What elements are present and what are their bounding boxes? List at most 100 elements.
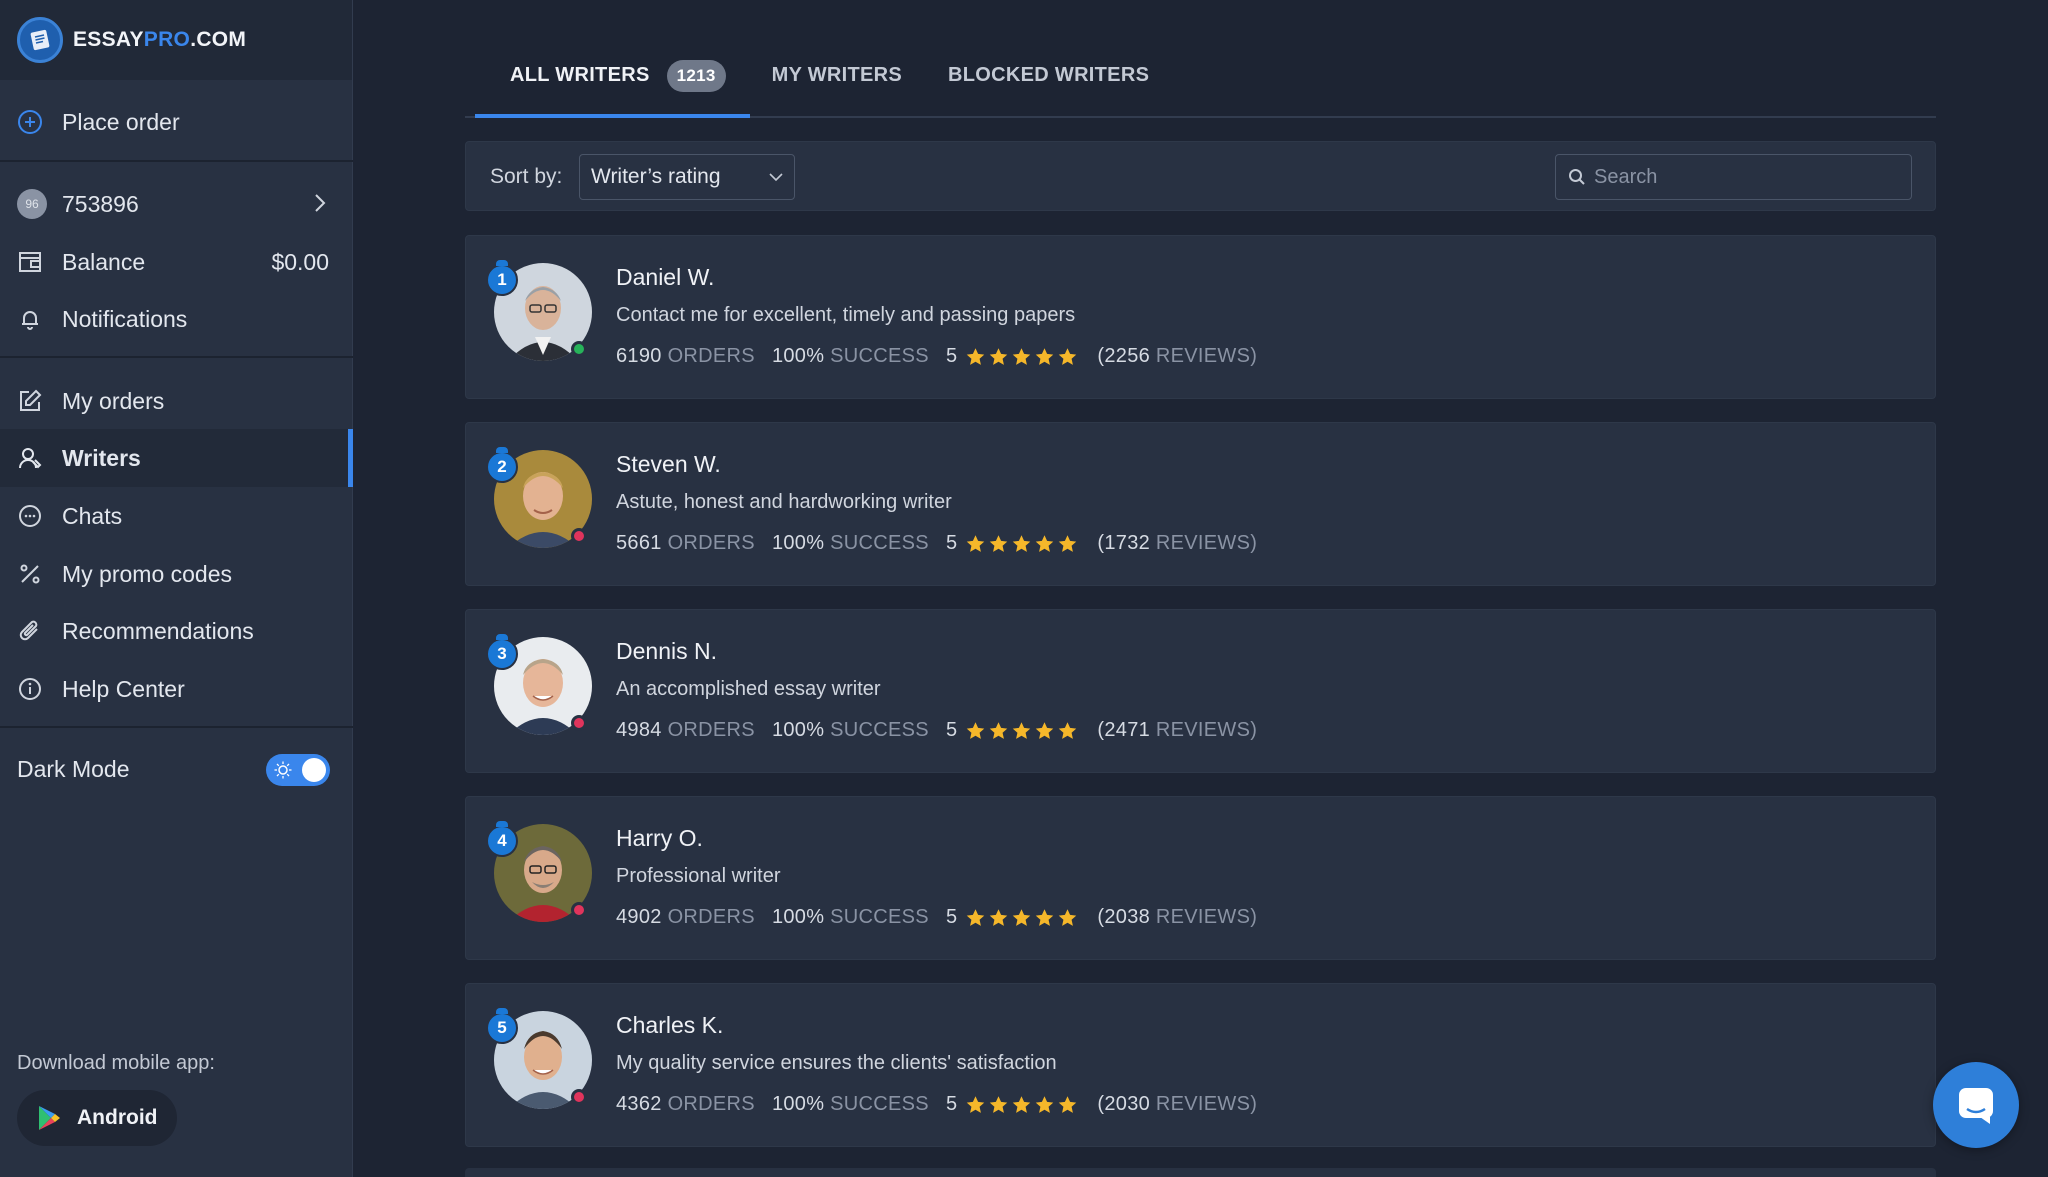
sidebar-item-label: My promo codes: [62, 560, 233, 587]
balance-row[interactable]: Balance $0.00: [0, 233, 353, 291]
rating-stars: [965, 1095, 1080, 1115]
tab-all-writers[interactable]: ALL WRITERS 1213: [475, 52, 750, 118]
success-rate: 100%: [771, 1093, 825, 1115]
rank-badge: 3: [486, 634, 518, 670]
writer-bio: Professional writer: [616, 865, 781, 887]
orders-label: ORDERS: [667, 345, 755, 367]
edit-icon: [17, 388, 43, 414]
android-app-button[interactable]: Android: [17, 1090, 177, 1146]
place-order-label: Place order: [62, 108, 180, 135]
star-icon: [1011, 347, 1032, 367]
star-icon: [1057, 1095, 1078, 1115]
logo-bar[interactable]: ESSAYPRO.COM: [0, 0, 352, 80]
search-box[interactable]: [1555, 154, 1912, 200]
divider: [0, 160, 353, 162]
star-icon: [965, 721, 986, 741]
avatar: 96: [17, 189, 47, 219]
rank-badge: 2: [486, 447, 518, 483]
search-input[interactable]: [1594, 165, 1904, 189]
sidebar-item-label: My orders: [62, 387, 165, 414]
sun-icon: [274, 761, 292, 779]
writer-name[interactable]: Daniel W.: [616, 264, 714, 291]
star-icon: [1034, 534, 1055, 554]
reviews-label: REVIEWS): [1155, 906, 1258, 928]
writer-name[interactable]: Charles K.: [616, 1012, 723, 1039]
sidebar-item-label: Chats: [62, 502, 123, 529]
rank-badge: 5: [486, 1008, 518, 1044]
writer-name[interactable]: Steven W.: [616, 451, 721, 478]
tab-my-writers[interactable]: MY WRITERS: [772, 52, 902, 118]
writer-card[interactable]: 3 Dennis N. An accomplished essay writer…: [465, 609, 1936, 773]
tab-blocked-writers[interactable]: BLOCKED WRITERS: [948, 52, 1149, 118]
rating-stars: [965, 534, 1080, 554]
star-icon: [1011, 908, 1032, 928]
sidebar: ESSAYPRO.COM Place order 96 753896 Balan…: [0, 0, 353, 1177]
offline-status-indicator: [571, 715, 587, 731]
rating-value: 5: [945, 719, 958, 741]
orders-count: 6190: [616, 345, 662, 367]
sidebar-item-help-center[interactable]: Help Center: [0, 660, 353, 718]
orders-count: 4902: [616, 906, 662, 928]
divider: [0, 726, 353, 728]
offline-status-indicator: [571, 1089, 587, 1105]
orders-label: ORDERS: [667, 906, 755, 928]
reviews-label: REVIEWS): [1155, 719, 1258, 741]
brand-name: ESSAYPRO.COM: [73, 28, 247, 51]
writer-card[interactable]: 4 Harry O. Professional writer 4902 ORDE…: [465, 796, 1936, 960]
sidebar-item-my-orders[interactable]: My orders: [0, 372, 353, 430]
sidebar-item-promo-codes[interactable]: My promo codes: [0, 545, 353, 603]
sidebar-item-writers[interactable]: Writers: [0, 429, 353, 487]
writer-card[interactable]: 2 Steven W. Astute, honest and hardworki…: [465, 422, 1936, 586]
notifications-label: Notifications: [62, 305, 188, 332]
writer-name[interactable]: Dennis N.: [616, 638, 717, 665]
star-icon: [1034, 347, 1055, 367]
sidebar-item-recommendations[interactable]: Recommendations: [0, 602, 353, 660]
paperclip-icon: [17, 618, 43, 644]
balance-value: $0.00: [271, 248, 329, 275]
writers-icon: [17, 445, 43, 471]
essaypro-logo-icon: [17, 17, 63, 63]
account-id: 753896: [62, 190, 139, 217]
sidebar-item-label: Recommendations: [62, 617, 254, 644]
reviews-count: (1732: [1097, 532, 1151, 554]
star-icon: [965, 347, 986, 367]
percent-icon: [17, 561, 43, 587]
plus-circle-icon: [17, 109, 43, 135]
balance-label: Balance: [62, 248, 146, 275]
writer-card[interactable]: [465, 1168, 1936, 1177]
success-label: SUCCESS: [830, 906, 929, 928]
orders-label: ORDERS: [667, 1093, 755, 1115]
tab-label: MY WRITERS: [771, 64, 903, 86]
live-chat-button[interactable]: [1933, 1062, 2019, 1148]
writer-name[interactable]: Harry O.: [616, 825, 703, 852]
tab-label: ALL WRITERS: [510, 64, 650, 86]
orders-count: 4984: [616, 719, 662, 741]
offline-status-indicator: [571, 902, 587, 918]
orders-count: 4362: [616, 1093, 662, 1115]
tab-label: BLOCKED WRITERS: [948, 64, 1150, 86]
place-order-button[interactable]: Place order: [0, 93, 353, 151]
dark-mode-toggle[interactable]: [266, 754, 330, 786]
writer-card[interactable]: 1 Daniel W. Contact me for excellent, ti…: [465, 235, 1936, 399]
chat-bubble-icon: [17, 503, 43, 529]
reviews-count: (2256: [1097, 345, 1151, 367]
account-row[interactable]: 96 753896: [0, 175, 353, 233]
star-icon: [1057, 721, 1078, 741]
notifications-row[interactable]: Notifications: [0, 290, 353, 348]
star-icon: [1011, 534, 1032, 554]
google-play-icon: [39, 1106, 60, 1130]
success-label: SUCCESS: [830, 719, 929, 741]
toggle-knob: [302, 758, 326, 782]
reviews-count: (2038: [1097, 906, 1151, 928]
sort-dropdown[interactable]: Writer’s rating: [579, 154, 795, 200]
writers-tabs: ALL WRITERS 1213 MY WRITERS BLOCKED WRIT…: [465, 52, 1936, 118]
orders-count: 5661: [616, 532, 662, 554]
success-label: SUCCESS: [830, 532, 929, 554]
writer-stats: 6190 ORDERS 100% SUCCESS 5 (2256 REVIEWS…: [616, 345, 1257, 368]
reviews-label: REVIEWS): [1155, 345, 1258, 367]
writers-count-badge: 1213: [666, 60, 726, 92]
writer-card[interactable]: 5 Charles K. My quality service ensures …: [465, 983, 1936, 1147]
star-icon: [965, 908, 986, 928]
sidebar-item-chats[interactable]: Chats: [0, 487, 353, 545]
mobile-app-label: Download mobile app:: [17, 1052, 215, 1074]
